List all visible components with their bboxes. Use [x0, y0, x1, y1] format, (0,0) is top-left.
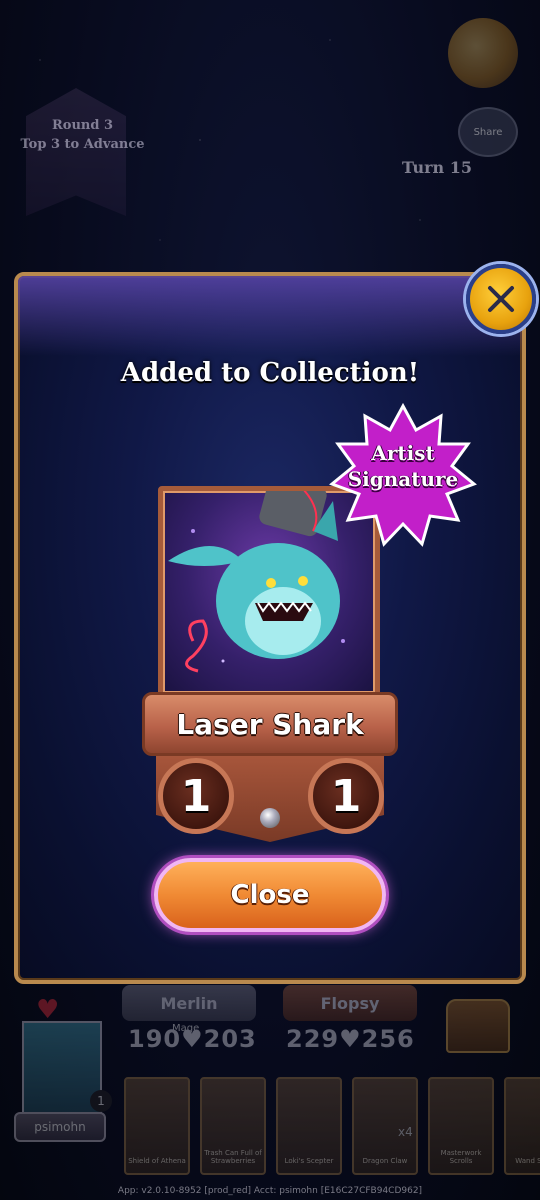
- opponent-stats: 229♥256: [286, 1025, 415, 1053]
- badge-line-2: Signature: [347, 467, 459, 491]
- turn-counter: Turn 15: [402, 158, 472, 177]
- chest-icon[interactable]: [446, 999, 510, 1053]
- attack-stat: 1: [158, 758, 234, 834]
- advance-label: Top 3 to Advance: [20, 137, 145, 152]
- opponent-health: 256: [361, 1025, 415, 1053]
- hand-card-label: Loki's Scepter: [284, 1157, 334, 1165]
- opponent-name: Merlin: [160, 993, 218, 1013]
- close-button[interactable]: Close: [154, 858, 386, 932]
- version-footer: App: v2.0.10-8952 [prod_red] Acct: psimo…: [117, 1186, 423, 1196]
- close-button-label: Close: [230, 880, 310, 910]
- opponent-health: 203: [203, 1025, 257, 1053]
- opponent-attack: 190: [128, 1025, 182, 1053]
- hand-card-label: Masterwork Scrolls: [440, 1149, 482, 1165]
- opponent-name: Flopsy: [320, 993, 380, 1013]
- opponent-merlin[interactable]: Merlin: [122, 985, 256, 1021]
- card-name: Laser Shark: [176, 707, 364, 741]
- share-label: Share: [473, 126, 503, 138]
- round-info: Round 3 Top 3 to Advance: [10, 116, 155, 154]
- hand-card[interactable]: Trash Can Full of Strawberries: [200, 1077, 266, 1175]
- opponent-attack: 229: [286, 1025, 340, 1053]
- hand-card-label: Wand Shield: [515, 1157, 540, 1165]
- rarity-gem-icon: [260, 808, 280, 828]
- opponent-flopsy[interactable]: Flopsy: [283, 985, 417, 1021]
- hand-card[interactable]: Wand Shield: [504, 1077, 540, 1175]
- hand-card[interactable]: Shield of Athena: [124, 1077, 190, 1175]
- opponent-stats: 190♥203: [128, 1025, 257, 1053]
- card-count-badge: x4: [398, 1125, 413, 1139]
- badge-line-1: Artist: [371, 441, 435, 465]
- modal-glow: [18, 276, 522, 356]
- hero-level-badge: 1: [90, 1090, 112, 1112]
- artist-signature-label: Artist Signature: [328, 440, 478, 492]
- hand-card[interactable]: Loki's Scepter: [276, 1077, 342, 1175]
- hand-card-label: Trash Can Full of Strawberries: [204, 1149, 262, 1165]
- player-name: psimohn: [14, 1112, 106, 1142]
- hand-card[interactable]: Masterwork Scrolls: [428, 1077, 494, 1175]
- close-x-icon: [488, 286, 514, 312]
- close-x-button[interactable]: [466, 264, 536, 334]
- coin-icon: [448, 18, 518, 88]
- bottom-hud: ♥ 1 psimohn Merlin Mage 190♥203 Flopsy 2…: [0, 985, 540, 1200]
- hand-card-label: Shield of Athena: [128, 1157, 186, 1165]
- heart-icon: ♥: [36, 995, 60, 1025]
- modal-title: Added to Collection!: [120, 358, 420, 388]
- share-button[interactable]: Share: [458, 107, 518, 157]
- round-label: Round 3: [51, 118, 114, 133]
- card-name-banner: Laser Shark: [142, 692, 398, 756]
- hand-card-label: Dragon Claw: [362, 1157, 408, 1165]
- health-stat: 1: [308, 758, 384, 834]
